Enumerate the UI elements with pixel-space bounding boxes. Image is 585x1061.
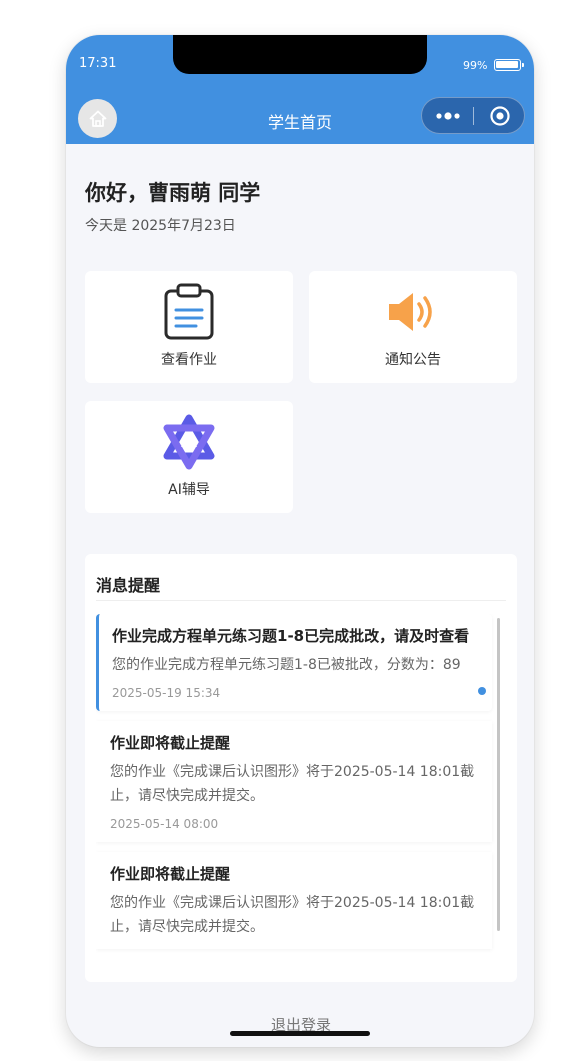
ai-tutoring-card[interactable]: AI辅导 bbox=[85, 401, 293, 513]
speaker-icon bbox=[386, 283, 440, 341]
message-body: 您的作业《完成课后认识图形》将于2025-05-14 18:01截止，请尽快完成… bbox=[110, 764, 475, 804]
camera-notch bbox=[173, 35, 427, 74]
messages-title: 消息提醒 bbox=[96, 576, 161, 595]
status-bar: 17:31 99% bbox=[66, 35, 534, 92]
messages-scrollbar[interactable] bbox=[497, 618, 500, 931]
messages-divider bbox=[96, 600, 506, 601]
battery-fill bbox=[496, 61, 518, 68]
ai-tutoring-label: AI辅导 bbox=[168, 482, 210, 498]
clipboard-icon bbox=[163, 283, 215, 341]
battery-icon bbox=[494, 59, 524, 71]
unread-dot bbox=[478, 687, 486, 695]
ai-logo-icon bbox=[161, 413, 217, 471]
more-button[interactable] bbox=[422, 98, 473, 133]
message-title: 作业即将截止提醒 bbox=[110, 865, 231, 883]
announcements-label: 通知公告 bbox=[385, 352, 441, 368]
phone-frame: 17:31 99% 学生首页 你好，曹雨萌 同学 今天是 2025年7月23日 … bbox=[66, 35, 534, 1047]
message-item[interactable]: 作业即将截止提醒 您的作业《完成课后认识图形》将于2025-05-14 18:0… bbox=[96, 721, 492, 842]
status-time: 17:31 bbox=[79, 56, 117, 71]
message-body: 您的作业完成方程单元练习题1-8已被批改，分数为：89 bbox=[112, 657, 461, 673]
battery-percent: 99% bbox=[463, 59, 488, 72]
message-body: 您的作业《完成课后认识图形》将于2025-05-14 18:01截止，请尽快完成… bbox=[110, 895, 475, 935]
today-date: 今天是 2025年7月23日 bbox=[85, 218, 236, 234]
logout-button[interactable]: 退出登录 bbox=[85, 1010, 517, 1047]
target-circle-icon bbox=[489, 105, 510, 126]
messages-list[interactable]: 作业完成方程单元练习题1-8已完成批改，请及时查看 您的作业完成方程单元练习题1… bbox=[96, 614, 500, 982]
message-item[interactable]: 作业即将截止提醒 您的作业《完成课后认识图形》将于2025-05-14 18:0… bbox=[96, 852, 492, 949]
announcements-card[interactable]: 通知公告 bbox=[309, 271, 517, 383]
close-mini-program-button[interactable] bbox=[474, 98, 525, 133]
messages-panel: 消息提醒 作业完成方程单元练习题1-8已完成批改，请及时查看 您的作业完成方程单… bbox=[85, 554, 517, 982]
view-homework-label: 查看作业 bbox=[161, 352, 217, 368]
message-time: 2025-05-14 08:00 bbox=[110, 817, 219, 831]
mini-program-capsule bbox=[421, 97, 525, 134]
nav-bar: 学生首页 bbox=[66, 92, 534, 144]
more-dots-icon bbox=[435, 111, 460, 120]
message-title: 作业即将截止提醒 bbox=[110, 734, 231, 752]
message-title: 作业完成方程单元练习题1-8已完成批改，请及时查看 bbox=[112, 627, 470, 645]
message-item[interactable]: 作业完成方程单元练习题1-8已完成批改，请及时查看 您的作业完成方程单元练习题1… bbox=[96, 614, 492, 711]
message-time: 2025-05-19 15:34 bbox=[112, 686, 221, 700]
view-homework-card[interactable]: 查看作业 bbox=[85, 271, 293, 383]
greeting-title: 你好，曹雨萌 同学 bbox=[85, 181, 261, 205]
home-indicator bbox=[230, 1031, 370, 1036]
